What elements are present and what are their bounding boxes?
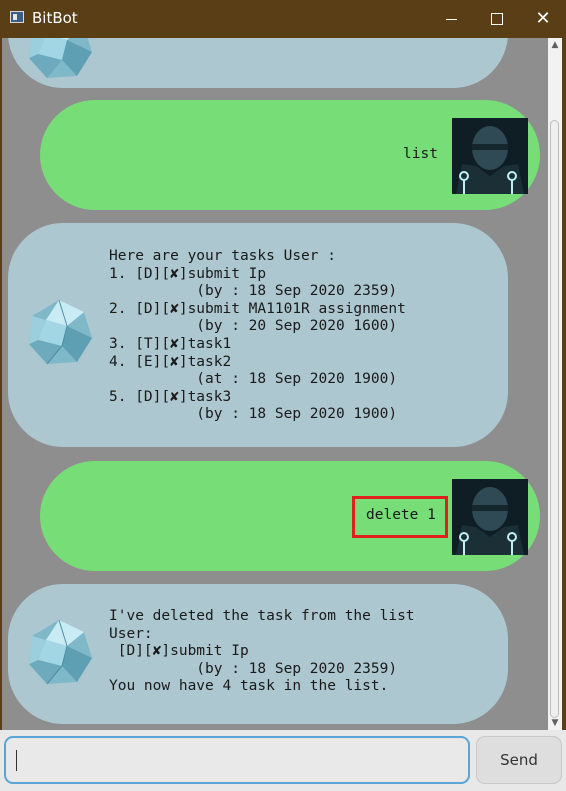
message-line: (at : 18 Sep 2020 1900): [109, 371, 398, 388]
close-button[interactable]: ✕: [520, 0, 566, 38]
input-bar: Send: [0, 730, 566, 791]
user-message-text: list: [403, 146, 438, 162]
user-avatar-icon: [452, 479, 528, 555]
message-line: 1. [D][✘]submit Ip: [109, 265, 267, 282]
highlight-box: [352, 496, 448, 538]
chat-scroll-pane[interactable]: list Here are your tasks User :1. [D][✘]…: [2, 38, 548, 730]
vertical-scrollbar[interactable]: ▲ ▼: [548, 38, 562, 730]
message-line: [D][✘]submit Ip: [109, 643, 249, 660]
bot-message-text: Here are your tasks User :1. [D][✘]submi…: [109, 248, 406, 424]
bot-avatar-icon: [29, 38, 92, 78]
send-button[interactable]: Send: [476, 736, 562, 784]
message-line: (by : 18 Sep 2020 1900): [109, 406, 398, 423]
message-line: (by : 18 Sep 2020 2359): [109, 283, 398, 300]
minimize-button[interactable]: [428, 0, 474, 38]
text-caret: [16, 750, 17, 771]
app-icon: [10, 11, 24, 23]
close-icon: ✕: [535, 8, 551, 29]
message-input[interactable]: [4, 736, 470, 784]
message-line: (by : 18 Sep 2020 2359): [109, 660, 398, 677]
scroll-up-icon[interactable]: ▲: [548, 38, 562, 52]
message-line: Here are your tasks User :: [109, 248, 336, 264]
message-line: I've deleted the task from the list: [109, 608, 415, 624]
minimize-icon: [445, 18, 457, 20]
message-line: 3. [T][✘]task1: [109, 335, 232, 352]
app-window: BitBot ✕ list Here are your tasks User:…: [0, 0, 566, 791]
maximize-icon: [491, 13, 503, 25]
window-title: BitBot: [32, 9, 78, 27]
window-border: [562, 38, 566, 791]
message-line: (by : 20 Sep 2020 1600): [109, 318, 398, 335]
message-line: 4. [E][✘]task2: [109, 353, 232, 370]
user-avatar-icon: [452, 118, 528, 194]
message-line: 2. [D][✘]submit MA1101R assignment: [109, 300, 406, 317]
maximize-button[interactable]: [474, 0, 520, 38]
bot-avatar-icon: [29, 619, 92, 685]
message-line: You now have 4 task in the list.: [109, 678, 389, 695]
title-bar[interactable]: BitBot ✕: [0, 0, 566, 38]
scroll-down-icon[interactable]: ▼: [548, 716, 562, 730]
bot-message-text: I've deleted the task from the list User:…: [109, 608, 415, 696]
message-line: 5. [D][✘]task3: [109, 388, 232, 405]
message-line: User:: [109, 625, 153, 642]
bot-avatar-icon: [29, 299, 92, 365]
scrollbar-thumb[interactable]: [550, 120, 559, 718]
